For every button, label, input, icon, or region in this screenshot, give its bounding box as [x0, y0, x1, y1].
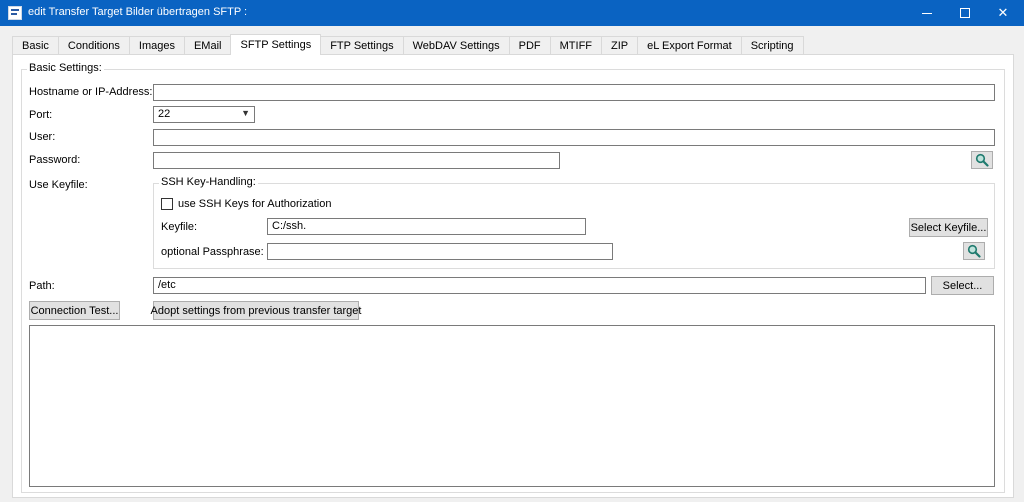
- tab-webdav-settings[interactable]: WebDAV Settings: [402, 36, 510, 55]
- tab-el-export-format[interactable]: eL Export Format: [637, 36, 742, 55]
- passphrase-input[interactable]: [267, 243, 613, 260]
- use-keyfile-label: Use Keyfile:: [29, 179, 88, 191]
- password-label: Password:: [29, 154, 81, 166]
- tab-pdf[interactable]: PDF: [508, 36, 551, 55]
- path-input[interactable]: /etc: [153, 277, 926, 294]
- tab-zip[interactable]: ZIP: [601, 36, 639, 55]
- passphrase-label: optional Passphrase:: [161, 246, 264, 258]
- close-icon: ✕: [997, 5, 1009, 20]
- keyfile-label: Keyfile:: [161, 221, 198, 233]
- port-label: Port:: [29, 109, 53, 121]
- search-icon: [967, 244, 981, 258]
- tab-ftp-settings[interactable]: FTP Settings: [320, 36, 404, 55]
- close-button[interactable]: ✕: [980, 0, 1024, 26]
- use-ssh-keys-checkbox[interactable]: [161, 198, 173, 210]
- use-ssh-keys-label[interactable]: use SSH Keys for Authorization: [178, 198, 331, 210]
- tab-email[interactable]: EMail: [183, 36, 232, 55]
- port-select[interactable]: 22 ▼: [153, 106, 255, 123]
- select-keyfile-button[interactable]: Select Keyfile...: [909, 218, 988, 237]
- basic-settings-label: Basic Settings:: [27, 62, 104, 74]
- show-passphrase-button[interactable]: [963, 242, 985, 260]
- ssh-key-handling-label: SSH Key-Handling:: [159, 176, 258, 188]
- keyfile-input[interactable]: C:/ssh.: [267, 218, 586, 235]
- tab-images[interactable]: Images: [128, 36, 185, 55]
- tab-scripting[interactable]: Scripting: [740, 36, 804, 55]
- connection-test-button[interactable]: Connection Test...: [29, 301, 120, 320]
- hostname-input[interactable]: [153, 84, 995, 101]
- adopt-settings-button[interactable]: Adopt settings from previous transfer ta…: [151, 301, 361, 320]
- tab-basic[interactable]: Basic: [12, 36, 59, 55]
- chevron-down-icon: ▼: [241, 108, 250, 118]
- search-icon: [975, 153, 989, 167]
- sftp-settings-panel: Basic Settings: Hostname or IP-Address: …: [12, 54, 1014, 498]
- minimize-icon: [922, 12, 932, 14]
- path-label: Path:: [29, 280, 55, 292]
- maximize-icon: [960, 8, 970, 18]
- password-input[interactable]: [153, 152, 560, 169]
- tab-sftp-settings[interactable]: SFTP Settings: [230, 34, 322, 55]
- port-value: 22: [158, 108, 171, 120]
- app-icon: [8, 6, 22, 20]
- user-input[interactable]: [153, 129, 995, 146]
- tab-conditions[interactable]: Conditions: [57, 36, 130, 55]
- connection-log-area[interactable]: [29, 325, 995, 487]
- tab-bar: Basic Conditions Images EMail SFTP Setti…: [12, 34, 804, 55]
- select-path-button[interactable]: Select...: [931, 276, 994, 295]
- window-title: edit Transfer Target Bilder übertragen S…: [28, 6, 248, 18]
- tab-mtiff[interactable]: MTIFF: [549, 36, 603, 55]
- show-password-button[interactable]: [971, 151, 993, 169]
- hostname-label: Hostname or IP-Address:: [29, 86, 153, 98]
- user-label: User:: [29, 131, 56, 143]
- title-bar: edit Transfer Target Bilder übertragen S…: [0, 0, 1024, 26]
